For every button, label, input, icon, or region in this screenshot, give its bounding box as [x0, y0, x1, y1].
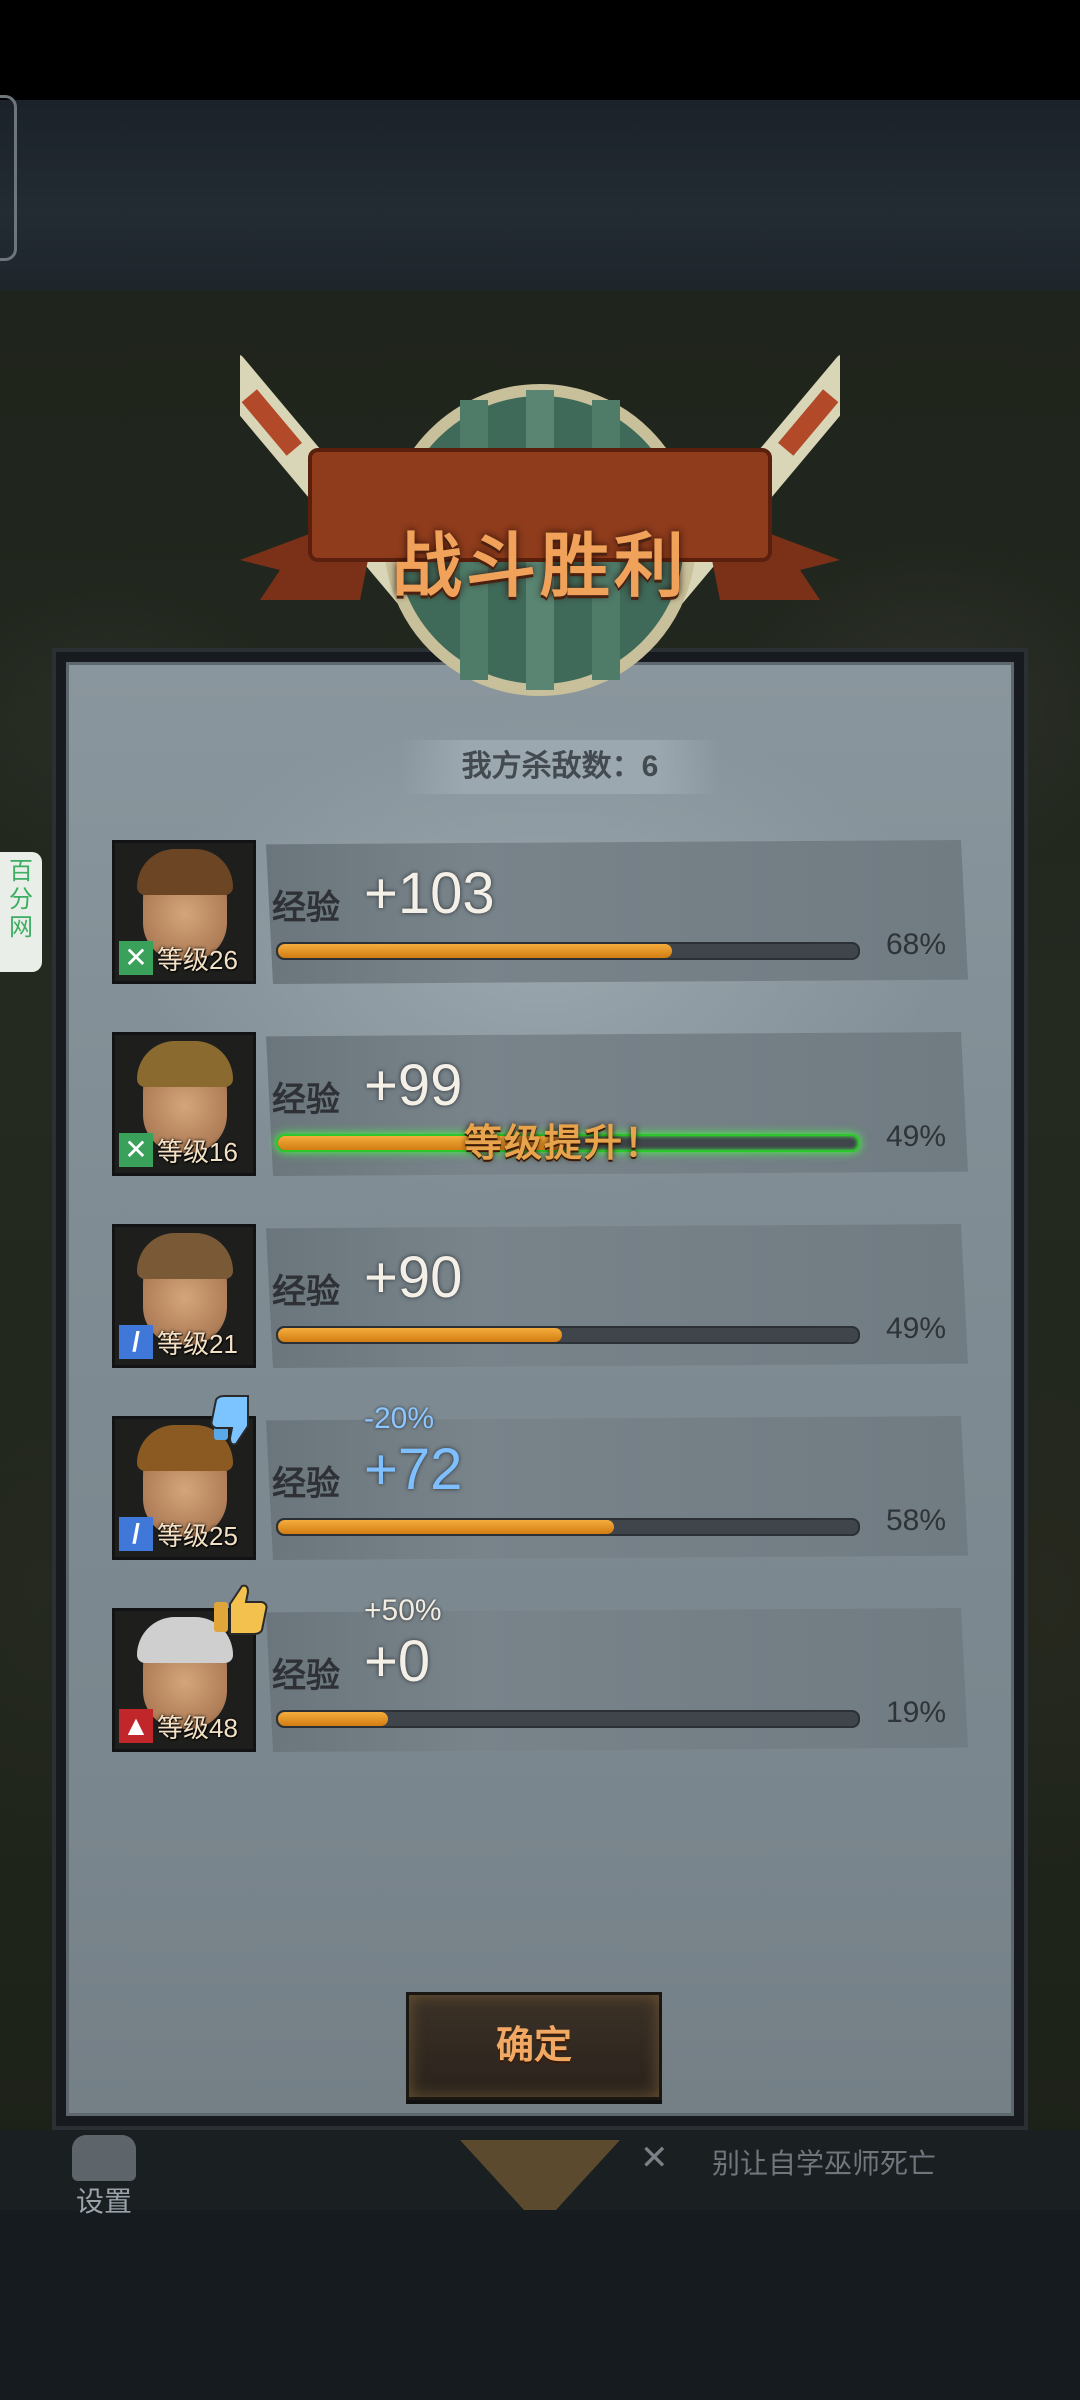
bottom-area [0, 2210, 1080, 2400]
hint-icon: ✕ [640, 2139, 669, 2177]
shield-cross-icon: ✕ [119, 941, 153, 975]
exp-progress-bar [276, 1518, 860, 1536]
hero-portrait[interactable]: ✕ 等级16 [112, 1032, 256, 1176]
hero-level: 等级48 [157, 1713, 238, 1743]
hero-hair [137, 1233, 233, 1279]
exp-value: +0 [364, 1629, 431, 1694]
level-up-text: 等级提升！ [464, 1123, 665, 1165]
exp-label: 经验 [272, 1273, 340, 1311]
kill-count: 我方杀敌数：6 [400, 740, 720, 794]
exp-percent: 49% [886, 1120, 947, 1153]
exp-progress-fill [278, 1328, 563, 1342]
exp-progress-bar [276, 942, 860, 960]
exp-value: +103 [364, 861, 495, 926]
confirm-button[interactable]: 确定 [406, 1992, 662, 2100]
status-area [0, 0, 1080, 100]
exp-label: 经验 [272, 1081, 340, 1119]
exp-bonus: -20% [364, 1402, 435, 1435]
exp-label: 经验 [272, 889, 340, 927]
exp-percent: 49% [886, 1312, 947, 1345]
hero-row: / 等级25 经验 -20% +72 58% [112, 1395, 968, 1560]
bottom-tip-text: 别让自学巫师死亡 [712, 2148, 937, 2179]
top-header-band [0, 100, 1080, 290]
hero-level: 等级25 [157, 1521, 238, 1551]
hero-level: 等级16 [157, 1137, 238, 1167]
sword-icon: / [119, 1517, 153, 1551]
exp-bonus: +50% [364, 1594, 442, 1627]
exp-progress-fill [278, 1712, 389, 1726]
back-tab-outline[interactable] [0, 95, 17, 261]
hero-level: 等级21 [157, 1329, 238, 1359]
hero-row: / 等级21 经验 +90 49% [112, 1224, 968, 1368]
victory-title: 战斗胜利 [392, 527, 688, 605]
side-watermark-tag: 百分网 [0, 852, 42, 972]
exp-percent: 19% [886, 1696, 947, 1729]
hero-hair [137, 849, 233, 895]
exp-value: +72 [364, 1437, 463, 1502]
thumbs-down-icon [210, 1395, 249, 1446]
thumbs-up-icon [214, 1584, 268, 1635]
exp-value: +99 [364, 1053, 463, 1118]
sword-icon: / [119, 1325, 153, 1359]
hero-portrait[interactable]: ✕ 等级26 [112, 840, 256, 984]
exp-label: 经验 [272, 1465, 340, 1503]
settings-icon[interactable] [72, 2135, 136, 2181]
hero-portrait[interactable]: / 等级21 [112, 1224, 256, 1368]
hero-level: 等级26 [157, 945, 238, 975]
shield-cross-icon: ✕ [119, 1133, 153, 1167]
exp-value: +90 [364, 1245, 463, 1310]
exp-label: 经验 [272, 1657, 340, 1695]
exp-percent: 58% [886, 1504, 947, 1537]
exp-percent: 68% [886, 928, 947, 961]
exp-progress-fill [278, 1520, 615, 1534]
hero-row: ✕ 等级16 经验 +99 等级提升！ 49% [112, 1032, 968, 1176]
hero-row: ▲ 等级48 经验 +50% +0 19% [112, 1584, 968, 1752]
wolf-icon: ▲ [119, 1709, 153, 1743]
hero-hair [137, 1041, 233, 1087]
exp-progress-bar [276, 1326, 860, 1344]
exp-progress-fill [278, 944, 673, 958]
exp-progress-bar [276, 1710, 860, 1728]
hero-row: ✕ 等级26 经验 +103 68% [112, 840, 968, 984]
settings-label[interactable]: 设置 [76, 2180, 132, 2220]
